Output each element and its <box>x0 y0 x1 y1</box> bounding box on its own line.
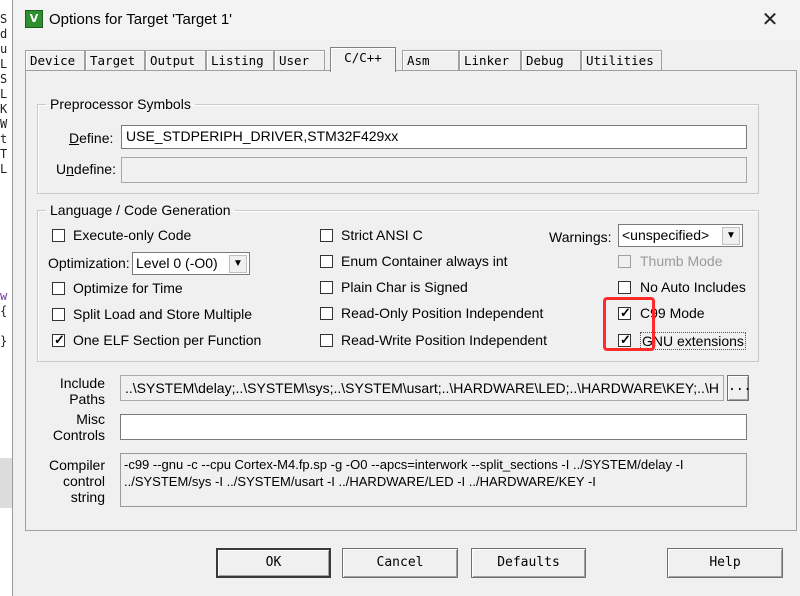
compiler-control-string[interactable]: -c99 --gnu -c --cpu Cortex-M4.fp.sp -g -… <box>120 453 747 507</box>
gnu-extensions-label: GNU extensions <box>640 332 746 350</box>
tab-target[interactable]: Target <box>85 50 145 70</box>
window-title: Options for Target 'Target 1' <box>49 11 233 28</box>
help-button[interactable]: Help <box>667 548 783 578</box>
chevron-down-icon: ▼ <box>229 255 247 273</box>
compiler-label-line3: string <box>70 489 105 505</box>
compiler-label-line2: control <box>62 473 105 489</box>
no-auto-includes-checkbox[interactable] <box>618 281 631 294</box>
define-input[interactable]: USE_STDPERIPH_DRIVER,STM32F429xx <box>121 125 747 149</box>
check-icon: ✓ <box>54 332 65 347</box>
optimize-time-label: Optimize for Time <box>73 280 183 296</box>
undefine-label: Undefine: <box>56 161 116 177</box>
tab-c-cpp[interactable]: C/C++ <box>330 47 396 72</box>
split-load-checkbox[interactable] <box>52 308 65 321</box>
rw-pi-label: Read-Write Position Independent <box>341 332 547 348</box>
define-label: Define: <box>69 130 114 146</box>
optimization-label: Optimization: <box>48 255 130 271</box>
strict-ansi-checkbox[interactable] <box>320 229 333 242</box>
plain-char-checkbox[interactable] <box>320 281 333 294</box>
keil-app-icon: V <box>25 10 43 28</box>
thumb-mode-label: Thumb Mode <box>640 253 723 269</box>
execute-only-label: Execute-only Code <box>73 227 192 243</box>
enum-container-label: Enum Container always int <box>341 253 508 269</box>
compiler-label-line1: Compiler <box>48 457 105 473</box>
enum-container-checkbox[interactable] <box>320 255 333 268</box>
include-paths-input[interactable]: ..\SYSTEM\delay;..\SYSTEM\sys;..\SYSTEM\… <box>120 375 724 401</box>
warnings-value: <unspecified> <box>622 227 710 243</box>
execute-only-checkbox[interactable] <box>52 229 65 242</box>
warnings-label: Warnings: <box>549 229 612 245</box>
title-bar: V Options for Target 'Target 1' ✕ <box>13 0 800 40</box>
undefine-input[interactable] <box>121 157 747 183</box>
optimize-time-checkbox[interactable] <box>52 282 65 295</box>
defaults-button[interactable]: Defaults <box>471 548 586 578</box>
misc-label-line1: Misc <box>76 411 105 427</box>
include-label-line2: Paths <box>69 391 105 407</box>
ro-pi-checkbox[interactable] <box>320 307 333 320</box>
no-auto-includes-label: No Auto Includes <box>640 279 746 295</box>
highlight-annotation <box>603 297 655 351</box>
strict-ansi-label: Strict ANSI C <box>341 227 423 243</box>
tab-listing[interactable]: Listing <box>206 50 274 70</box>
split-load-label: Split Load and Store Multiple <box>73 306 252 322</box>
tab-device[interactable]: Device <box>25 50 85 70</box>
plain-char-label: Plain Char is Signed <box>341 279 468 295</box>
include-label-line1: Include <box>59 375 105 391</box>
codegen-legend: Language / Code Generation <box>50 202 231 218</box>
cancel-button[interactable]: Cancel <box>342 548 458 578</box>
chevron-down-icon: ▼ <box>722 227 740 245</box>
tab-debug[interactable]: Debug <box>521 50 581 70</box>
misc-controls-label: Misc Controls <box>47 411 105 443</box>
warnings-select[interactable]: <unspecified> ▼ <box>618 224 743 247</box>
tab-linker[interactable]: Linker <box>459 50 521 70</box>
close-icon[interactable]: ✕ <box>755 6 785 34</box>
tab-user[interactable]: User <box>274 50 325 70</box>
tab-output[interactable]: Output <box>145 50 206 70</box>
misc-controls-input[interactable] <box>120 414 747 440</box>
compiler-control-label: Compiler control string <box>47 457 105 505</box>
include-browse-button[interactable]: ... <box>727 375 751 401</box>
tab-utilities[interactable]: Utilities <box>581 50 662 70</box>
one-elf-label: One ELF Section per Function <box>73 332 262 348</box>
thumb-mode-checkbox[interactable] <box>618 255 631 268</box>
rw-pi-checkbox[interactable] <box>320 334 333 347</box>
ro-pi-label: Read-Only Position Independent <box>341 305 544 321</box>
tab-asm[interactable]: Asm <box>402 50 459 70</box>
preprocessor-legend: Preprocessor Symbols <box>50 96 191 112</box>
one-elf-checkbox[interactable]: ✓ <box>52 332 65 347</box>
options-dialog: V Options for Target 'Target 1' ✕ Device… <box>12 0 800 596</box>
optimization-select[interactable]: Level 0 (-O0) ▼ <box>132 252 250 275</box>
include-paths-label: Include Paths <box>47 375 105 407</box>
misc-label-line2: Controls <box>52 427 105 443</box>
ok-button[interactable]: OK <box>216 548 331 578</box>
optimization-value: Level 0 (-O0) <box>136 255 218 271</box>
